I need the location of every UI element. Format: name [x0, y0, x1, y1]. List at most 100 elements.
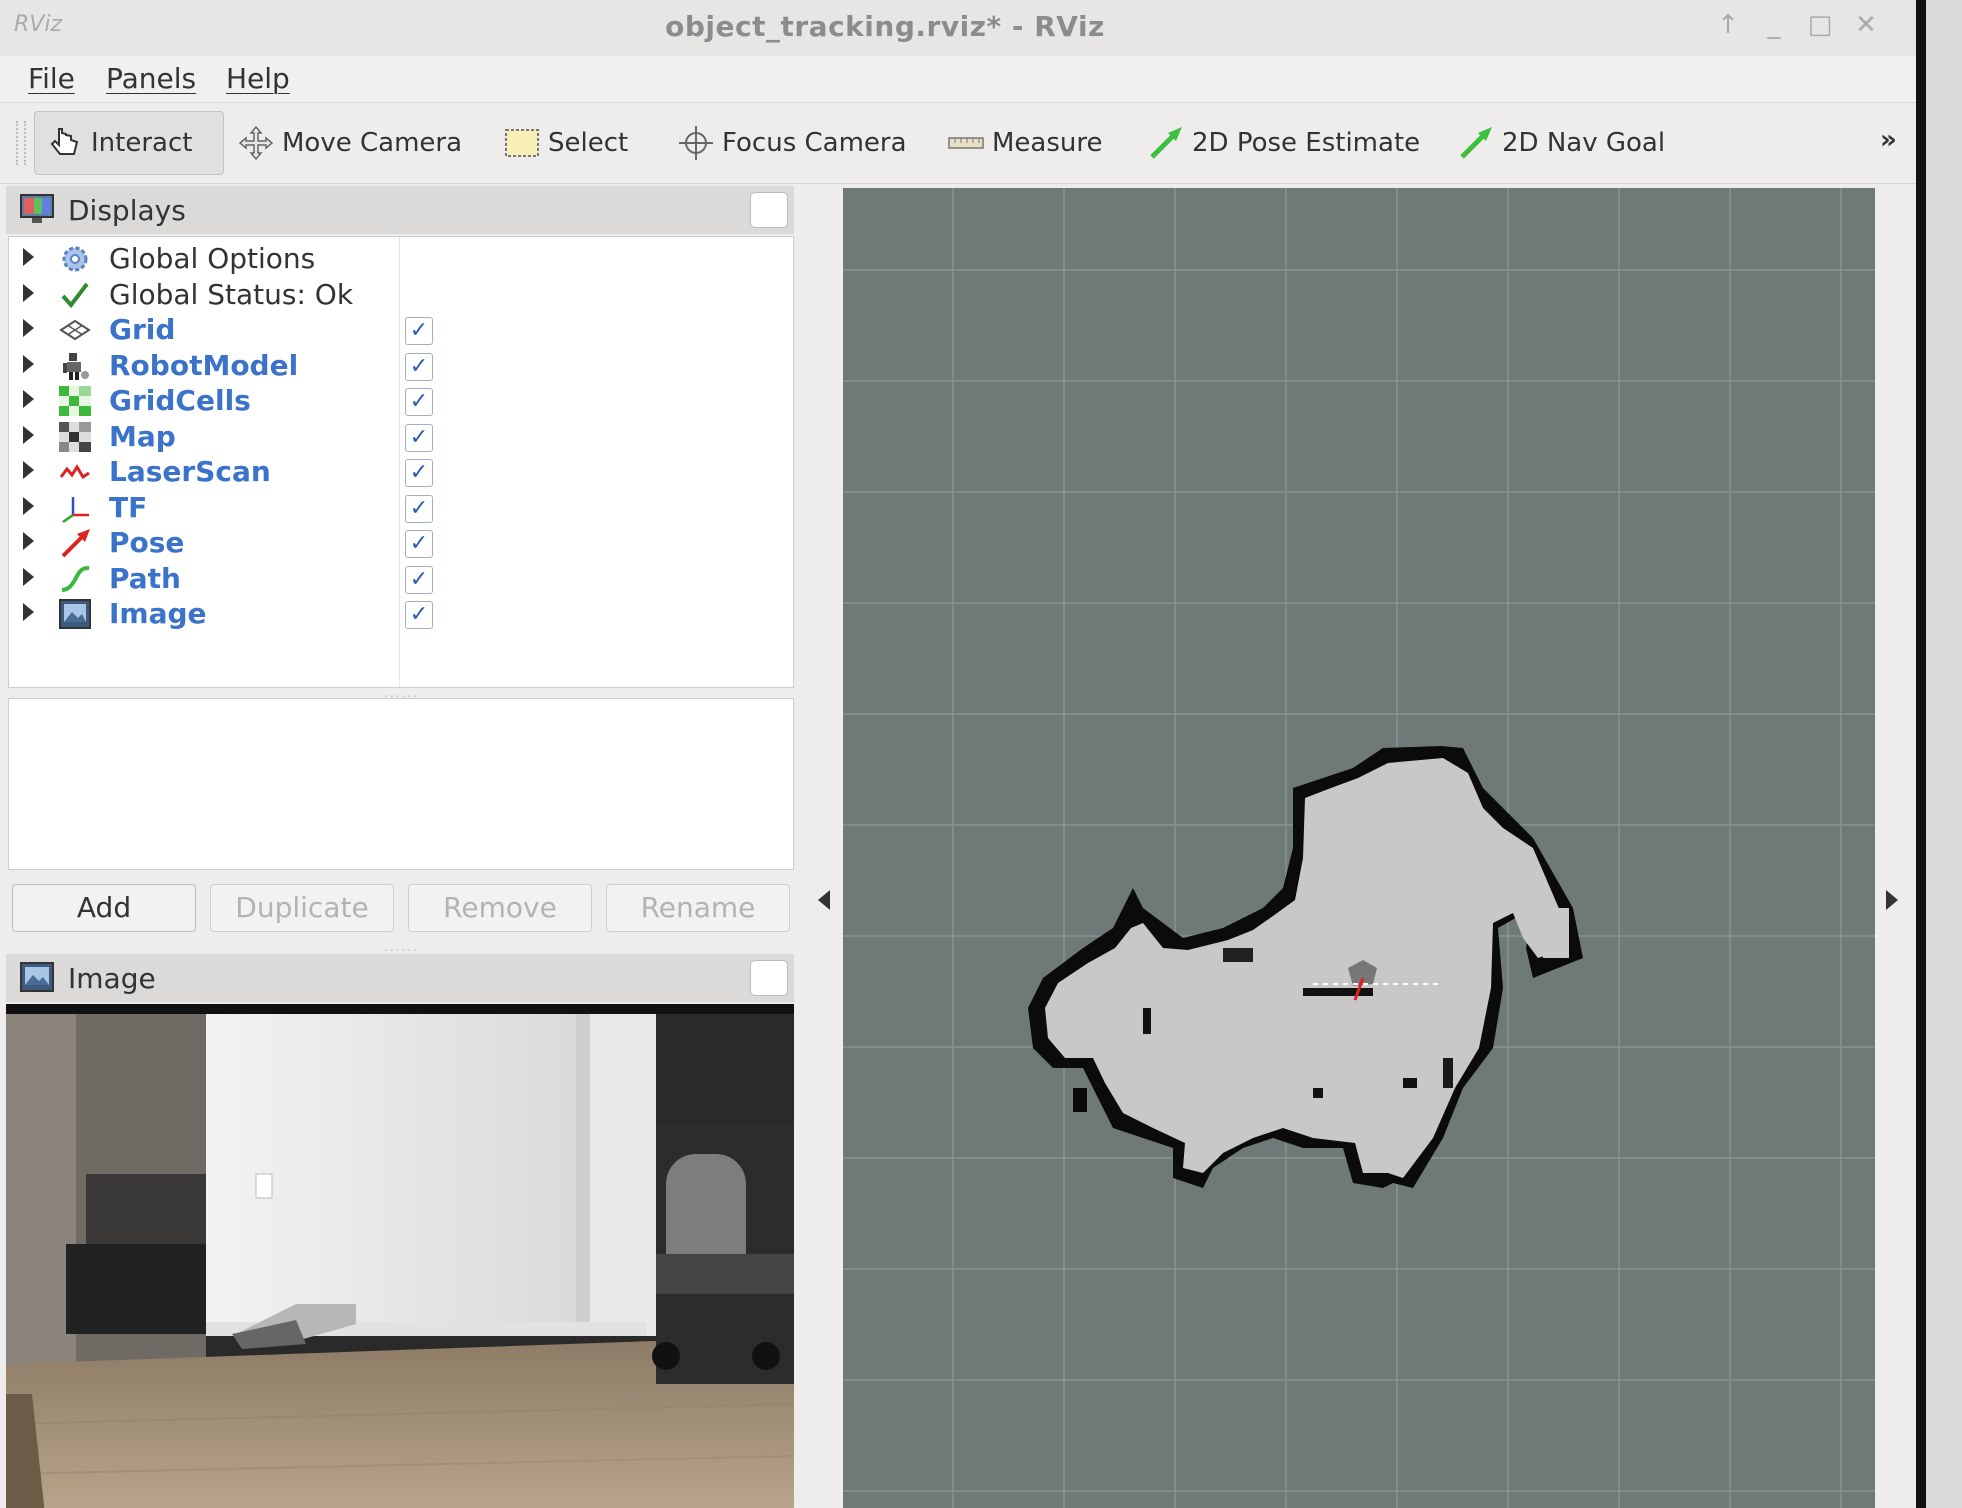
collapse-right-dock-arrow-icon[interactable]	[1886, 890, 1898, 910]
image-icon	[59, 599, 91, 629]
display-enabled-checkbox[interactable]: ✓	[405, 317, 433, 345]
menu-help[interactable]: Help	[226, 62, 290, 95]
display-label: LaserScan	[109, 455, 271, 488]
render-3d-canvas[interactable]	[843, 188, 1875, 1508]
display-item-global-options[interactable]: Global Options	[9, 241, 793, 276]
display-item-grid[interactable]: Grid ✓	[9, 312, 793, 347]
ruler-icon	[946, 123, 986, 163]
expand-arrow-icon[interactable]	[23, 603, 34, 621]
monitor-icon	[20, 194, 54, 224]
expand-arrow-icon[interactable]	[23, 568, 34, 586]
tool-bar: Interact Move Camera Select Focus Camera	[0, 103, 1916, 184]
splitter-handle[interactable]: ......	[384, 940, 419, 954]
tool-focus-camera[interactable]: Focus Camera	[676, 111, 907, 175]
tool-interact[interactable]: Interact	[34, 111, 224, 175]
tool-2d-pose-estimate[interactable]: 2D Pose Estimate	[1146, 111, 1420, 175]
expand-arrow-icon[interactable]	[23, 319, 34, 337]
image-panel-title: Image	[68, 962, 156, 995]
keep-above-icon[interactable]: ↑	[1710, 10, 1746, 40]
maximize-icon[interactable]: □	[1802, 10, 1838, 40]
display-enabled-checkbox[interactable]: ✓	[405, 566, 433, 594]
display-label: Global Status: Ok	[109, 278, 354, 311]
display-enabled-checkbox[interactable]: ✓	[405, 459, 433, 487]
display-item-robotmodel[interactable]: RobotModel ✓	[9, 348, 793, 383]
duplicate-button[interactable]: Duplicate	[210, 884, 394, 932]
tool-measure-label: Measure	[992, 128, 1103, 158]
displays-panel-close-button[interactable]	[750, 192, 788, 228]
collapse-left-dock-arrow-icon[interactable]	[818, 890, 830, 910]
window-frame-edge	[1916, 0, 1962, 1508]
expand-arrow-icon[interactable]	[23, 248, 34, 266]
display-label: RobotModel	[109, 349, 299, 382]
tool-measure[interactable]: Measure	[946, 111, 1103, 175]
laserscan-icon	[59, 457, 91, 487]
display-label: Pose	[109, 526, 185, 559]
expand-arrow-icon[interactable]	[23, 532, 34, 550]
gridcells-icon	[59, 386, 91, 416]
tf-axes-icon	[59, 493, 91, 524]
display-enabled-checkbox[interactable]: ✓	[405, 495, 433, 523]
displays-panel-header[interactable]: Displays	[6, 186, 794, 234]
render-3d-view[interactable]	[843, 188, 1875, 1508]
robot-icon	[59, 351, 91, 381]
green-arrow-icon	[1146, 123, 1186, 163]
display-item-image[interactable]: Image ✓	[9, 596, 793, 631]
expand-arrow-icon[interactable]	[23, 426, 34, 444]
expand-arrow-icon[interactable]	[23, 390, 34, 408]
remove-button[interactable]: Remove	[408, 884, 592, 932]
tool-focus-camera-label: Focus Camera	[722, 128, 907, 158]
crosshair-icon	[676, 123, 716, 163]
expand-arrow-icon[interactable]	[23, 461, 34, 479]
menu-file[interactable]: File	[28, 62, 75, 95]
display-item-global-status[interactable]: Global Status: Ok	[9, 277, 793, 312]
green-arrow-icon	[1456, 123, 1496, 163]
display-label: GridCells	[109, 384, 251, 417]
image-panel-close-button[interactable]	[750, 960, 788, 996]
tool-interact-label: Interact	[91, 128, 193, 158]
display-item-gridcells[interactable]: GridCells ✓	[9, 383, 793, 418]
toolbar-grip[interactable]	[16, 121, 26, 165]
title-bar[interactable]: RViz object_tracking.rviz* - RViz ↑ _ □ …	[0, 0, 1916, 56]
display-description-area	[8, 698, 794, 870]
display-label: Global Options	[109, 242, 316, 275]
tool-select-label: Select	[548, 128, 629, 158]
display-enabled-checkbox[interactable]: ✓	[405, 424, 433, 452]
display-item-map[interactable]: Map ✓	[9, 419, 793, 454]
expand-arrow-icon[interactable]	[23, 497, 34, 515]
display-item-pose[interactable]: Pose ✓	[9, 525, 793, 560]
image-panel-header[interactable]: Image	[6, 954, 794, 1002]
display-label: Path	[109, 562, 181, 595]
toolbar-overflow-button[interactable]: »	[1880, 125, 1897, 155]
close-icon[interactable]: ✕	[1848, 10, 1884, 40]
minimize-icon[interactable]: _	[1756, 10, 1792, 40]
expand-arrow-icon[interactable]	[23, 284, 34, 302]
tool-move-camera[interactable]: Move Camera	[236, 111, 462, 175]
displays-tree: Global Options Global Status: Ok Grid ✓ …	[8, 236, 794, 688]
select-box-icon	[502, 123, 542, 163]
window-shadow	[1916, 0, 1926, 1508]
expand-arrow-icon[interactable]	[23, 355, 34, 373]
image-icon	[20, 962, 54, 992]
tool-2d-nav-goal[interactable]: 2D Nav Goal	[1456, 111, 1665, 175]
display-enabled-checkbox[interactable]: ✓	[405, 530, 433, 558]
tool-select[interactable]: Select	[502, 111, 628, 175]
checkmark-icon	[59, 280, 91, 310]
display-label: Map	[109, 420, 176, 453]
display-label: Image	[109, 597, 207, 630]
camera-image	[6, 1004, 794, 1508]
display-item-laserscan[interactable]: LaserScan ✓	[9, 454, 793, 489]
menu-panels[interactable]: Panels	[106, 62, 196, 95]
path-icon	[59, 564, 91, 594]
camera-image-render	[6, 1004, 794, 1508]
rviz-window: RViz object_tracking.rviz* - RViz ↑ _ □ …	[0, 0, 1916, 1508]
display-label: Grid	[109, 313, 176, 346]
display-enabled-checkbox[interactable]: ✓	[405, 601, 433, 629]
rename-button[interactable]: Rename	[606, 884, 790, 932]
gear-icon	[59, 244, 91, 274]
display-item-tf[interactable]: TF ✓	[9, 490, 793, 525]
add-button[interactable]: Add	[12, 884, 196, 932]
display-enabled-checkbox[interactable]: ✓	[405, 353, 433, 381]
display-enabled-checkbox[interactable]: ✓	[405, 388, 433, 416]
pose-arrow-icon	[59, 528, 91, 558]
display-item-path[interactable]: Path ✓	[9, 561, 793, 596]
